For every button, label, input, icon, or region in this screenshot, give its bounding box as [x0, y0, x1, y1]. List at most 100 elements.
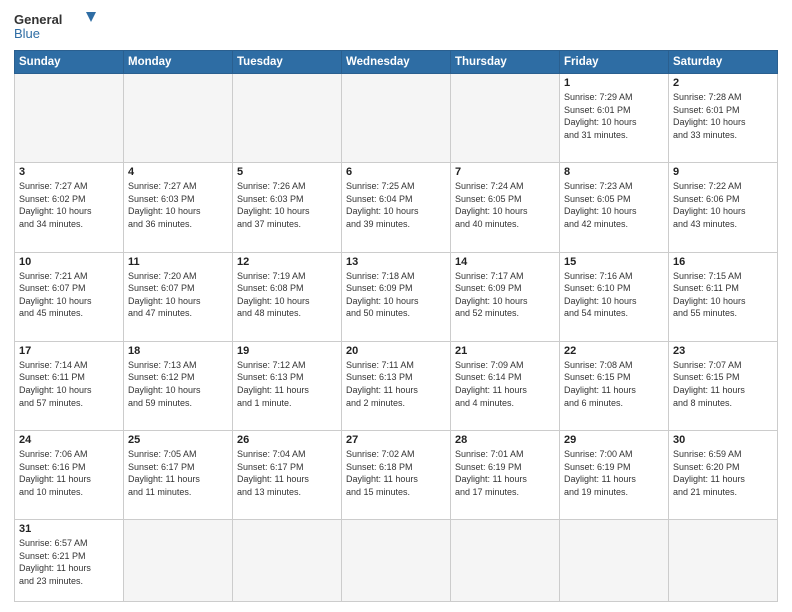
day-number: 27 — [346, 434, 446, 446]
day-info: Sunrise: 7:05 AM Sunset: 6:17 PM Dayligh… — [128, 448, 228, 498]
day-number: 4 — [128, 166, 228, 178]
calendar-cell: 7 Sunrise: 7:24 AM Sunset: 6:05 PM Daylig… — [451, 163, 560, 252]
calendar-cell — [233, 520, 342, 602]
calendar-cell: 25 Sunrise: 7:05 AM Sunset: 6:17 PM Dayli… — [124, 431, 233, 520]
calendar-cell: 30Sunrise: 6:59 AM Sunset: 6:20 PM Dayli… — [669, 431, 778, 520]
day-info: Sunrise: 7:16 AM Sunset: 6:10 PM Dayligh… — [564, 270, 664, 320]
weekday-header-monday: Monday — [124, 51, 233, 74]
day-number: 8 — [564, 166, 664, 178]
logo: General Blue — [14, 10, 104, 44]
day-number: 5 — [237, 166, 337, 178]
day-info: Sunrise: 7:29 AM Sunset: 6:01 PM Dayligh… — [564, 91, 664, 141]
day-number: 31 — [19, 523, 119, 535]
day-info: Sunrise: 7:22 AM Sunset: 6:06 PM Dayligh… — [673, 180, 773, 230]
calendar-cell — [15, 74, 124, 163]
calendar-cell: 2 Sunrise: 7:28 AM Sunset: 6:01 PM Daylig… — [669, 74, 778, 163]
day-info: Sunrise: 7:13 AM Sunset: 6:12 PM Dayligh… — [128, 359, 228, 409]
calendar-cell — [342, 520, 451, 602]
day-info: Sunrise: 7:01 AM Sunset: 6:19 PM Dayligh… — [455, 448, 555, 498]
day-info: Sunrise: 7:19 AM Sunset: 6:08 PM Dayligh… — [237, 270, 337, 320]
calendar-cell: 18 Sunrise: 7:13 AM Sunset: 6:12 PM Dayli… — [124, 341, 233, 430]
calendar-cell: 24 Sunrise: 7:06 AM Sunset: 6:16 PM Dayli… — [15, 431, 124, 520]
day-number: 21 — [455, 345, 555, 357]
day-info: Sunrise: 7:28 AM Sunset: 6:01 PM Dayligh… — [673, 91, 773, 141]
day-info: Sunrise: 7:06 AM Sunset: 6:16 PM Dayligh… — [19, 448, 119, 498]
day-info: Sunrise: 7:24 AM Sunset: 6:05 PM Dayligh… — [455, 180, 555, 230]
page: General Blue SundayMondayTuesdayWednesda… — [0, 0, 792, 612]
calendar-cell: 29 Sunrise: 7:00 AM Sunset: 6:19 PM Dayli… — [560, 431, 669, 520]
day-info: Sunrise: 7:27 AM Sunset: 6:03 PM Dayligh… — [128, 180, 228, 230]
day-number: 23 — [673, 345, 773, 357]
day-number: 17 — [19, 345, 119, 357]
day-info: Sunrise: 7:15 AM Sunset: 6:11 PM Dayligh… — [673, 270, 773, 320]
calendar-cell — [451, 74, 560, 163]
day-number: 24 — [19, 434, 119, 446]
day-number: 1 — [564, 77, 664, 89]
weekday-header-friday: Friday — [560, 51, 669, 74]
calendar-cell — [669, 520, 778, 602]
day-info: Sunrise: 7:00 AM Sunset: 6:19 PM Dayligh… — [564, 448, 664, 498]
day-number: 7 — [455, 166, 555, 178]
day-number: 18 — [128, 345, 228, 357]
svg-text:General: General — [14, 12, 62, 27]
calendar-cell: 10Sunrise: 7:21 AM Sunset: 6:07 PM Dayli… — [15, 252, 124, 341]
calendar-cell: 27 Sunrise: 7:02 AM Sunset: 6:18 PM Dayli… — [342, 431, 451, 520]
generalblue-logo-icon: General Blue — [14, 10, 104, 44]
day-info: Sunrise: 7:21 AM Sunset: 6:07 PM Dayligh… — [19, 270, 119, 320]
calendar-cell: 28 Sunrise: 7:01 AM Sunset: 6:19 PM Dayli… — [451, 431, 560, 520]
day-number: 16 — [673, 256, 773, 268]
calendar-cell — [124, 520, 233, 602]
day-info: Sunrise: 7:23 AM Sunset: 6:05 PM Dayligh… — [564, 180, 664, 230]
day-number: 6 — [346, 166, 446, 178]
day-info: Sunrise: 7:26 AM Sunset: 6:03 PM Dayligh… — [237, 180, 337, 230]
day-info: Sunrise: 7:14 AM Sunset: 6:11 PM Dayligh… — [19, 359, 119, 409]
calendar-cell: 21Sunrise: 7:09 AM Sunset: 6:14 PM Dayli… — [451, 341, 560, 430]
calendar-cell: 26 Sunrise: 7:04 AM Sunset: 6:17 PM Dayli… — [233, 431, 342, 520]
weekday-header-saturday: Saturday — [669, 51, 778, 74]
day-number: 3 — [19, 166, 119, 178]
day-number: 12 — [237, 256, 337, 268]
calendar-cell: 16 Sunrise: 7:15 AM Sunset: 6:11 PM Dayli… — [669, 252, 778, 341]
day-number: 28 — [455, 434, 555, 446]
day-info: Sunrise: 7:11 AM Sunset: 6:13 PM Dayligh… — [346, 359, 446, 409]
day-info: Sunrise: 7:02 AM Sunset: 6:18 PM Dayligh… — [346, 448, 446, 498]
calendar-cell: 4 Sunrise: 7:27 AM Sunset: 6:03 PM Daylig… — [124, 163, 233, 252]
weekday-header-tuesday: Tuesday — [233, 51, 342, 74]
day-info: Sunrise: 6:57 AM Sunset: 6:21 PM Dayligh… — [19, 537, 119, 587]
day-number: 19 — [237, 345, 337, 357]
weekday-header-wednesday: Wednesday — [342, 51, 451, 74]
day-info: Sunrise: 7:18 AM Sunset: 6:09 PM Dayligh… — [346, 270, 446, 320]
calendar-cell: 9Sunrise: 7:22 AM Sunset: 6:06 PM Daylig… — [669, 163, 778, 252]
day-info: Sunrise: 7:08 AM Sunset: 6:15 PM Dayligh… — [564, 359, 664, 409]
calendar-cell: 6 Sunrise: 7:25 AM Sunset: 6:04 PM Daylig… — [342, 163, 451, 252]
day-info: Sunrise: 7:04 AM Sunset: 6:17 PM Dayligh… — [237, 448, 337, 498]
day-number: 30 — [673, 434, 773, 446]
day-info: Sunrise: 7:17 AM Sunset: 6:09 PM Dayligh… — [455, 270, 555, 320]
day-number: 26 — [237, 434, 337, 446]
calendar-cell — [451, 520, 560, 602]
calendar-cell: 3 Sunrise: 7:27 AM Sunset: 6:02 PM Daylig… — [15, 163, 124, 252]
header: General Blue — [14, 10, 778, 44]
day-number: 2 — [673, 77, 773, 89]
day-number: 29 — [564, 434, 664, 446]
calendar-cell — [560, 520, 669, 602]
calendar-cell: 15Sunrise: 7:16 AM Sunset: 6:10 PM Dayli… — [560, 252, 669, 341]
calendar-cell: 8 Sunrise: 7:23 AM Sunset: 6:05 PM Daylig… — [560, 163, 669, 252]
calendar-cell: 17 Sunrise: 7:14 AM Sunset: 6:11 PM Dayli… — [15, 341, 124, 430]
calendar-cell: 31 Sunrise: 6:57 AM Sunset: 6:21 PM Dayli… — [15, 520, 124, 602]
day-number: 14 — [455, 256, 555, 268]
calendar-cell: 19 Sunrise: 7:12 AM Sunset: 6:13 PM Dayli… — [233, 341, 342, 430]
day-info: Sunrise: 7:20 AM Sunset: 6:07 PM Dayligh… — [128, 270, 228, 320]
calendar-cell: 1 Sunrise: 7:29 AM Sunset: 6:01 PM Daylig… — [560, 74, 669, 163]
day-number: 20 — [346, 345, 446, 357]
day-info: Sunrise: 7:12 AM Sunset: 6:13 PM Dayligh… — [237, 359, 337, 409]
day-number: 25 — [128, 434, 228, 446]
day-info: Sunrise: 7:27 AM Sunset: 6:02 PM Dayligh… — [19, 180, 119, 230]
day-info: Sunrise: 7:25 AM Sunset: 6:04 PM Dayligh… — [346, 180, 446, 230]
day-number: 11 — [128, 256, 228, 268]
calendar-cell: 20 Sunrise: 7:11 AM Sunset: 6:13 PM Dayli… — [342, 341, 451, 430]
calendar-cell — [233, 74, 342, 163]
calendar-cell: 22Sunrise: 7:08 AM Sunset: 6:15 PM Dayli… — [560, 341, 669, 430]
calendar-cell: 12 Sunrise: 7:19 AM Sunset: 6:08 PM Dayli… — [233, 252, 342, 341]
calendar-cell: 11 Sunrise: 7:20 AM Sunset: 6:07 PM Dayli… — [124, 252, 233, 341]
